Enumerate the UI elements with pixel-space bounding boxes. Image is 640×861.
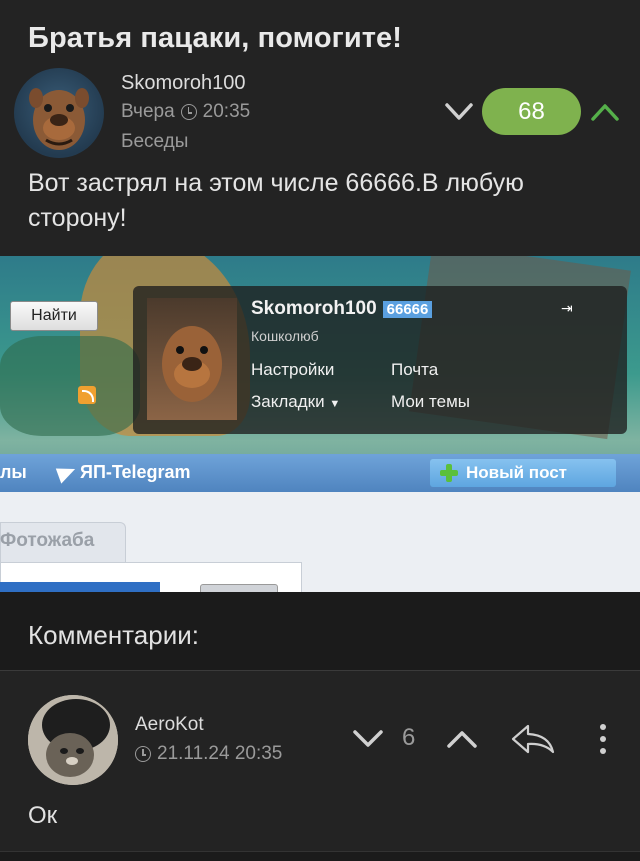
post-date: Вчера (121, 101, 175, 122)
screenshot-bookmarks-link: Закладки ▼ (251, 392, 340, 412)
screenshot-telegram-link: ЯП-Telegram (55, 462, 191, 484)
screenshot-profile-name: Skomoroh100 66666 (251, 298, 433, 320)
author-avatar[interactable] (14, 68, 104, 158)
clock-icon (135, 746, 151, 762)
bottom-divider (0, 851, 640, 861)
screenshot-blue-element (0, 582, 160, 592)
screenshot-menu-item: лы (0, 462, 27, 482)
plus-icon (440, 464, 458, 482)
chevron-down-icon[interactable] (444, 100, 474, 124)
comment-text: Ок (28, 802, 58, 829)
reply-icon[interactable] (510, 722, 556, 756)
screenshot-settings-link: Настройки (251, 360, 335, 379)
screenshot-menu-bar: лы ЯП-Telegram Новый пост (0, 454, 640, 492)
screenshot-my-topics-link: Мои темы (391, 392, 470, 411)
screenshot-find-button: Найти (10, 301, 98, 331)
commenter-avatar[interactable] (28, 695, 118, 785)
post-card: Братья пацаки, помогите! Skomoroh100 Вче… (0, 0, 640, 592)
screenshot-rating-badge: 66666 (382, 301, 433, 318)
screenshot-mail-link: Почта (391, 360, 439, 379)
chevron-up-icon[interactable] (446, 728, 478, 750)
rss-icon (78, 386, 96, 404)
screenshot-telegram-text: ЯП-Telegram (80, 462, 191, 482)
post-title[interactable]: Братья пацаки, помогите! (28, 22, 402, 55)
telegram-icon (55, 462, 79, 484)
screenshot-avatar (147, 298, 237, 420)
clock-icon (180, 104, 197, 120)
post-rating: 68 (482, 88, 581, 135)
image-background-shape (0, 336, 140, 436)
chevron-up-icon[interactable] (590, 100, 620, 124)
screenshot-profile-card: Skomoroh100 66666 ⇥ Кошколюб Настройки По… (133, 286, 627, 434)
screenshot-grey-button (200, 584, 278, 592)
comment-score: 6 (402, 724, 416, 751)
chevron-down-icon[interactable] (352, 728, 384, 750)
screenshot-tab-label: Фотожаба (0, 530, 95, 551)
exit-icon: ⇥ (561, 300, 573, 316)
comments-title: Комментарии: (28, 620, 199, 650)
commenter-name[interactable]: AeroKot (135, 714, 204, 736)
screenshot-bookmarks-text: Закладки (251, 392, 325, 411)
post-time: 20:35 (202, 101, 251, 122)
screenshot-new-post-text: Новый пост (466, 463, 568, 482)
more-vertical-icon[interactable] (596, 722, 610, 756)
screenshot-new-post-button: Новый пост (430, 459, 616, 487)
post-image[interactable]: Найти Skomoroh100 66666 ⇥ Кошколюб Настро… (0, 256, 640, 592)
community-link[interactable]: Беседы (121, 131, 188, 153)
post-meta: Вчера 20:35 (121, 101, 250, 123)
author-name[interactable]: Skomoroh100 (121, 72, 246, 95)
comment-date: 21.11.24 20:35 (135, 743, 282, 765)
screenshot-name-text: Skomoroh100 (251, 298, 377, 319)
caret-down-icon: ▼ (329, 398, 341, 410)
screenshot-status: Кошколюб (251, 328, 319, 344)
comment-date-text: 21.11.24 20:35 (157, 743, 283, 764)
post-text: Вот застрял на этом числе 66666.В любую … (28, 169, 524, 232)
